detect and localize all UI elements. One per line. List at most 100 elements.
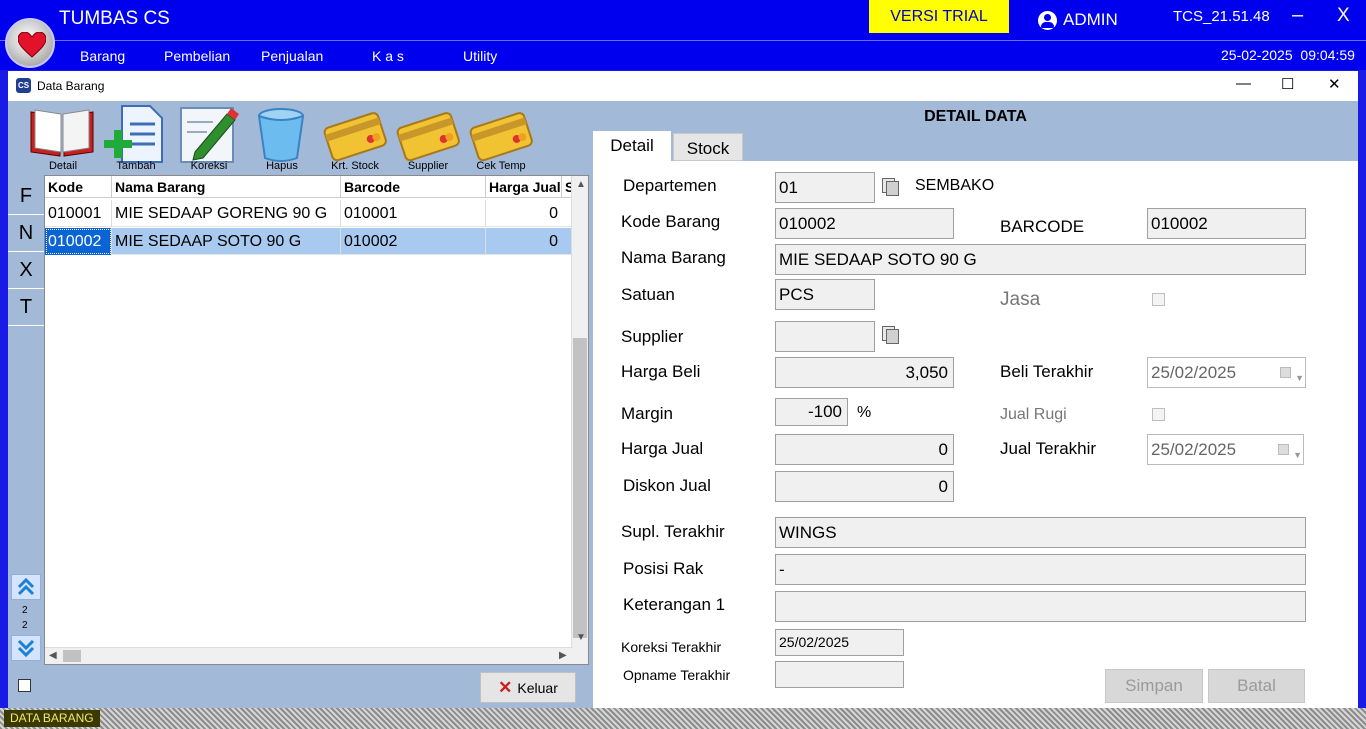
- diskon-jual-field[interactable]: 0: [775, 471, 954, 502]
- table-row[interactable]: 010001 MIE SEDAAP GORENG 90 G 010001 0: [45, 200, 573, 227]
- cell-harga-jual: 0: [486, 200, 573, 227]
- window-minimize-button[interactable]: —: [1236, 75, 1251, 92]
- app-title: TUMBAS CS: [59, 8, 170, 29]
- page-down-button[interactable]: [11, 635, 41, 661]
- scroll-left-icon[interactable]: ◀: [49, 650, 57, 661]
- label-harga-beli: Harga Beli: [621, 362, 701, 381]
- menu-pembelian[interactable]: Pembelian: [164, 48, 230, 64]
- label-margin: Margin: [621, 404, 673, 423]
- menu-utility[interactable]: Utility: [463, 48, 497, 64]
- app-minimize-button[interactable]: –: [1292, 4, 1303, 27]
- app-logo: [5, 18, 55, 68]
- margin-field[interactable]: -100: [775, 398, 848, 426]
- side-nav: F N X T: [8, 178, 44, 326]
- close-x-icon: ✕: [498, 677, 513, 697]
- data-barang-window: CS Data Barang — ☐ ✕ Detail Tambah Korek…: [8, 71, 1358, 708]
- toolbar-cek-temp-button[interactable]: Cek Temp: [465, 104, 537, 174]
- batal-button[interactable]: Batal: [1208, 669, 1305, 703]
- window-close-button[interactable]: ✕: [1328, 75, 1341, 93]
- supplier-field[interactable]: [775, 321, 875, 352]
- page-up-button[interactable]: [11, 574, 41, 600]
- toolbar-tambah-button[interactable]: Tambah: [100, 104, 172, 174]
- beli-terakhir-date[interactable]: 25/02/2025 ▼: [1147, 357, 1306, 388]
- heart-icon: [18, 32, 46, 58]
- trash-icon: [257, 108, 305, 162]
- card-icon: [396, 112, 460, 162]
- simpan-button[interactable]: Simpan: [1105, 669, 1203, 703]
- column-nama-barang[interactable]: Nama Barang: [112, 176, 341, 198]
- datetime: 25-02-2025 09:04:59: [1221, 47, 1355, 63]
- side-button-n[interactable]: N: [8, 215, 44, 252]
- window-titlebar: CS Data Barang — ☐ ✕: [8, 71, 1358, 101]
- page-total: 2: [22, 620, 28, 631]
- toolbar-koreksi-button[interactable]: Koreksi: [173, 104, 245, 174]
- jual-rugi-checkbox[interactable]: [1152, 408, 1165, 421]
- label-nama-barang: Nama Barang: [621, 248, 726, 267]
- satuan-field[interactable]: PCS: [775, 279, 875, 310]
- harga-jual-field[interactable]: 0: [775, 434, 954, 465]
- window-app-icon: CS: [16, 78, 31, 93]
- keterangan1-field[interactable]: [775, 591, 1306, 622]
- lookup-icon[interactable]: [882, 326, 899, 344]
- lookup-icon[interactable]: [882, 178, 899, 196]
- table-row-selected[interactable]: 010002 MIE SEDAAP SOTO 90 G 010002 0: [45, 228, 573, 255]
- koreksi-terakhir-field[interactable]: 25/02/2025: [775, 629, 904, 656]
- vertical-scroll-thumb[interactable]: [573, 338, 587, 638]
- window-title: Data Barang: [37, 79, 105, 93]
- grid-horizontal-scrollbar[interactable]: ◀ ▶: [45, 647, 573, 664]
- user-icon: [1038, 10, 1057, 30]
- toolbar-krt-stock-button[interactable]: Krt. Stock: [319, 104, 391, 174]
- column-harga-jual[interactable]: Harga Jual: [486, 176, 562, 198]
- column-kode[interactable]: Kode: [45, 176, 112, 198]
- departemen-field[interactable]: 01: [775, 172, 875, 203]
- chevron-down-icon: ▼: [1293, 450, 1302, 460]
- items-grid: Kode Nama Barang Barcode Harga Jual S 01…: [44, 175, 589, 665]
- current-time: 09:04:59: [1300, 47, 1355, 63]
- harga-beli-field[interactable]: 3,050: [775, 357, 954, 388]
- toolbar-label: Cek Temp: [476, 160, 526, 172]
- kode-barang-field[interactable]: 010002: [775, 208, 954, 239]
- posisi-rak-field[interactable]: -: [775, 554, 1306, 585]
- toolbar-supplier-button[interactable]: Supplier: [392, 104, 464, 174]
- scroll-down-icon[interactable]: ▼: [576, 632, 586, 643]
- menu-kas[interactable]: K a s: [372, 48, 404, 64]
- toolbar-hapus-button[interactable]: Hapus: [246, 104, 318, 174]
- app-close-button[interactable]: X: [1337, 5, 1350, 27]
- user-name: ADMIN: [1063, 10, 1118, 29]
- cell-nama: MIE SEDAAP GORENG 90 G: [112, 200, 341, 227]
- label-jual-rugi: Jual Rugi: [1000, 406, 1067, 423]
- nama-barang-field[interactable]: MIE SEDAAP SOTO 90 G: [775, 244, 1306, 275]
- tab-detail[interactable]: Detail: [593, 131, 671, 161]
- side-button-x[interactable]: X: [8, 252, 44, 289]
- jasa-checkbox[interactable]: [1152, 293, 1165, 306]
- scroll-up-icon[interactable]: ▲: [576, 179, 586, 190]
- toolbar-detail-button[interactable]: Detail: [27, 104, 99, 174]
- column-barcode[interactable]: Barcode: [341, 176, 486, 198]
- menu-barang[interactable]: Barang: [80, 48, 125, 64]
- user-menu[interactable]: ADMIN: [1038, 10, 1118, 30]
- select-all-checkbox[interactable]: [18, 679, 31, 692]
- chevron-down-icon: ▼: [1295, 373, 1304, 383]
- trial-badge: VERSI TRIAL: [869, 0, 1009, 33]
- jual-terakhir-date[interactable]: 25/02/2025 ▼: [1147, 434, 1304, 465]
- barcode-field[interactable]: 010002: [1147, 208, 1306, 239]
- menu-penjualan[interactable]: Penjualan: [261, 48, 323, 64]
- side-button-f[interactable]: F: [8, 178, 44, 215]
- scroll-right-icon[interactable]: ▶: [559, 650, 567, 661]
- label-keterangan1: Keterangan 1: [623, 595, 726, 614]
- departemen-name: SEMBAKO: [915, 177, 995, 194]
- cell-kode: 010001: [45, 200, 112, 227]
- label-harga-jual: Harga Jual: [621, 439, 704, 458]
- label-koreksi-terakhir: Koreksi Terakhir: [621, 639, 722, 655]
- opname-terakhir-field[interactable]: [775, 661, 904, 688]
- horizontal-scroll-thumb[interactable]: [63, 650, 81, 662]
- window-maximize-button[interactable]: ☐: [1281, 75, 1294, 93]
- supl-terakhir-field[interactable]: WINGS: [775, 517, 1306, 548]
- beli-terakhir-value: 25/02/2025: [1151, 363, 1237, 382]
- tab-stock[interactable]: Stock: [673, 133, 743, 161]
- toolbar-label: Detail: [48, 160, 78, 172]
- cell-kode: 010002: [45, 228, 112, 255]
- side-button-t[interactable]: T: [8, 289, 44, 326]
- keluar-button[interactable]: ✕ Keluar: [480, 672, 576, 703]
- grid-vertical-scrollbar[interactable]: ▲ ▼: [571, 176, 588, 664]
